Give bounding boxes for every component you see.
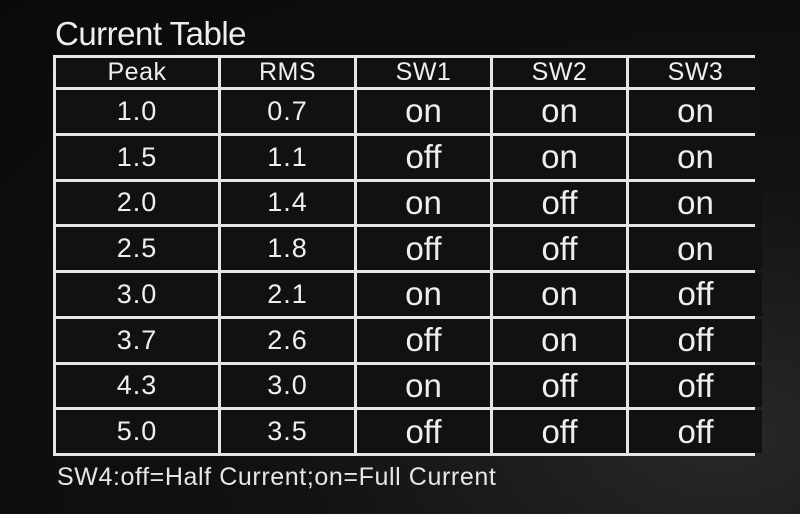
cell-sw2: off [493, 364, 626, 408]
cell-sw3: off [629, 364, 762, 408]
cell-sw2: on [493, 273, 626, 316]
cell-sw3: off [629, 318, 762, 362]
cell-peak: 1.0 [56, 90, 218, 133]
header-rms: RMS [221, 58, 354, 87]
sw4-note: SW4:off=Half Current;on=Full Current [57, 463, 497, 491]
table-title: Current Table [55, 15, 247, 52]
cell-peak: 4.3 [56, 364, 218, 408]
cell-sw1: on [357, 181, 490, 225]
table-row: 1.5 1.1 off on on [56, 135, 762, 179]
cell-peak: 5.0 [56, 410, 218, 453]
header-sw2: SW2 [493, 58, 626, 87]
cell-peak: 3.7 [56, 318, 218, 362]
cell-sw2: on [493, 318, 626, 362]
cell-sw1: on [357, 273, 490, 316]
cell-peak: 2.0 [56, 181, 218, 225]
cell-sw3: on [629, 227, 762, 270]
cell-peak: 3.0 [56, 273, 218, 316]
cell-rms: 1.1 [221, 135, 354, 179]
cell-sw3: on [629, 181, 762, 225]
current-table-grid: Peak RMS SW1 SW2 SW3 1.0 0.7 on on on 1.… [53, 55, 765, 456]
cell-sw2: off [493, 410, 626, 453]
header-peak: Peak [56, 58, 218, 87]
cell-rms: 2.1 [221, 273, 354, 316]
table-row: 2.0 1.4 on off on [56, 181, 762, 225]
table-row: 4.3 3.0 on off off [56, 364, 762, 408]
cell-sw3: on [629, 90, 762, 133]
table-row: 1.0 0.7 on on on [56, 90, 762, 133]
cell-rms: 0.7 [221, 90, 354, 133]
cell-peak: 2.5 [56, 227, 218, 270]
table-row: 3.7 2.6 off on off [56, 318, 762, 362]
table-row: 5.0 3.5 off off off [56, 410, 762, 453]
cell-sw1: off [357, 318, 490, 362]
cell-sw2: off [493, 181, 626, 225]
header-sw3: SW3 [629, 58, 762, 87]
cell-sw2: off [493, 227, 626, 270]
cell-peak: 1.5 [56, 135, 218, 179]
cell-sw1: off [357, 410, 490, 453]
cell-sw1: off [357, 135, 490, 179]
cell-sw1: on [357, 364, 490, 408]
table-row: 2.5 1.8 off off on [56, 227, 762, 270]
table-row: 3.0 2.1 on on off [56, 273, 762, 316]
cell-sw1: on [357, 90, 490, 133]
current-table: Peak RMS SW1 SW2 SW3 1.0 0.7 on on on 1.… [53, 55, 762, 456]
cell-sw2: on [493, 135, 626, 179]
cell-rms: 2.6 [221, 318, 354, 362]
cell-rms: 1.4 [221, 181, 354, 225]
cell-sw2: on [493, 90, 626, 133]
table-body: 1.0 0.7 on on on 1.5 1.1 off on on 2.0 1… [56, 90, 762, 453]
cell-sw3: off [629, 273, 762, 316]
cell-sw3: off [629, 410, 762, 453]
cell-sw1: off [357, 227, 490, 270]
cell-sw3: on [629, 135, 762, 179]
table-header-row: Peak RMS SW1 SW2 SW3 [56, 58, 762, 87]
header-sw1: SW1 [357, 58, 490, 87]
cell-rms: 1.8 [221, 227, 354, 270]
cell-rms: 3.5 [221, 410, 354, 453]
cell-rms: 3.0 [221, 364, 354, 408]
